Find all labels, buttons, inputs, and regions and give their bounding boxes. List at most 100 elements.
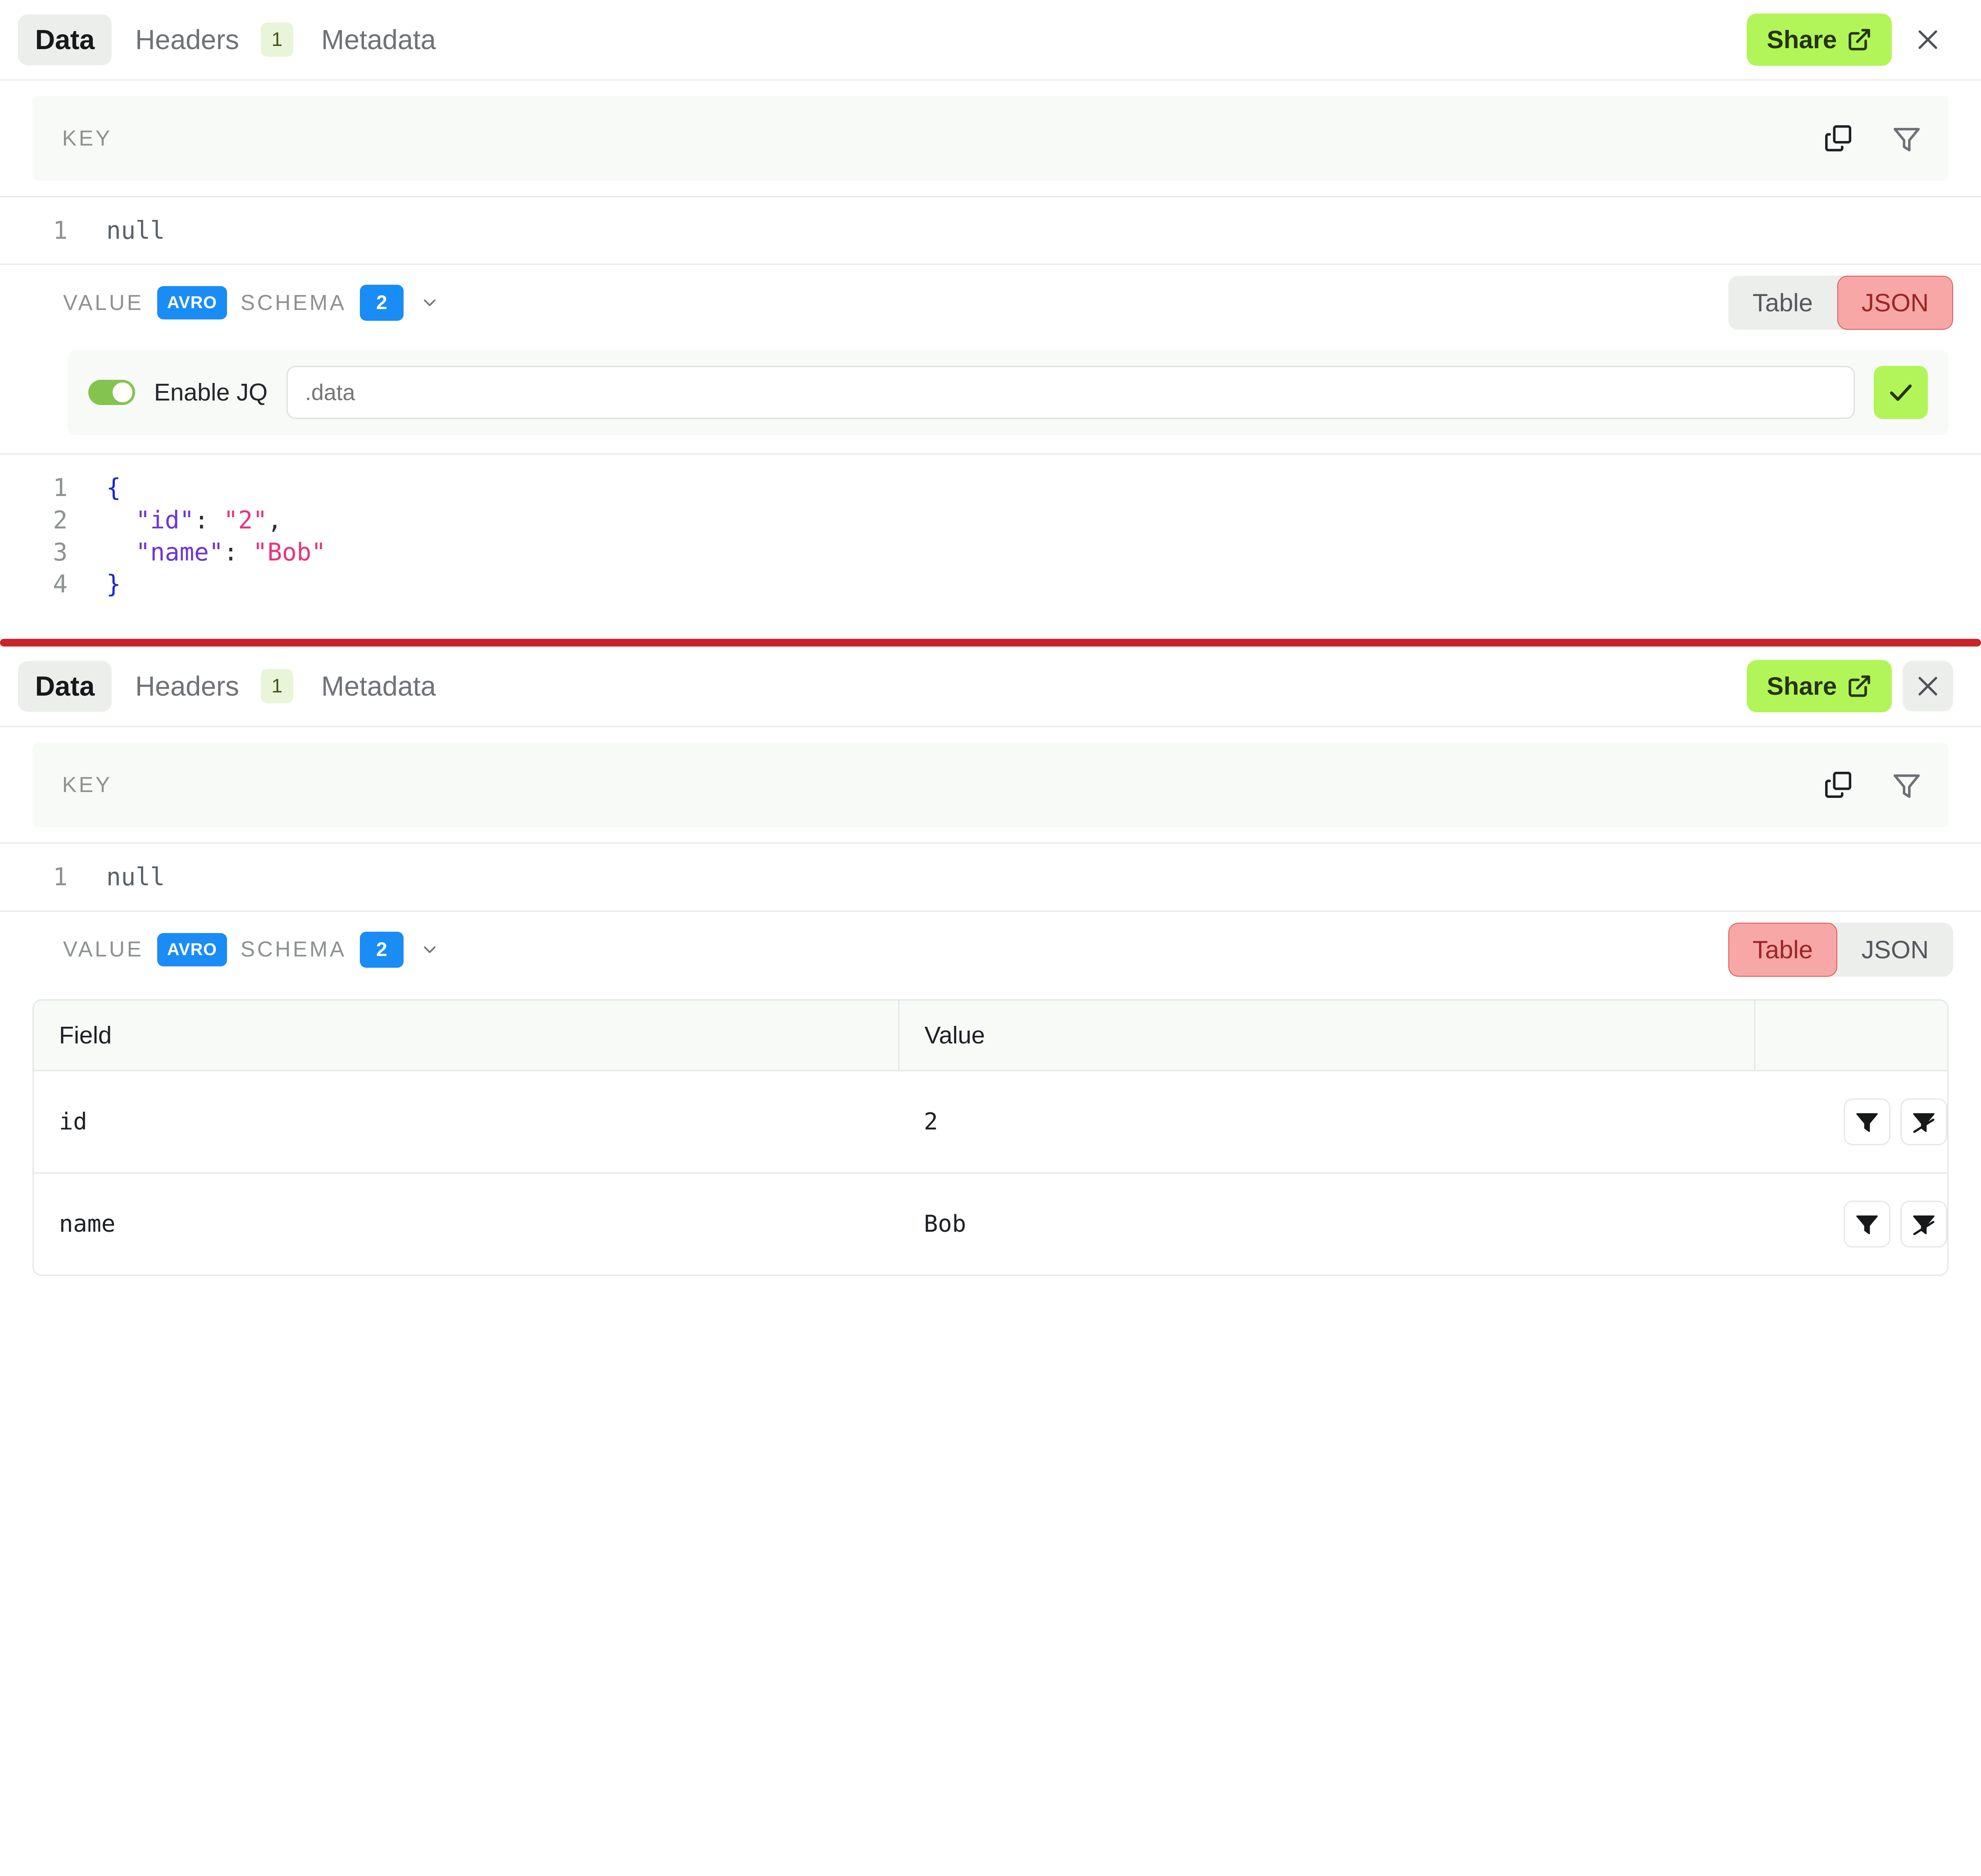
- header-actions: Share: [1747, 14, 1953, 66]
- line-content: {: [68, 472, 121, 504]
- json-token: "Bob": [253, 537, 326, 566]
- message-panel-json: Data Headers 1 Metadata Share KEY 1 null…: [0, 0, 1981, 618]
- json-token: }: [106, 570, 121, 599]
- json-token: {: [106, 474, 121, 502]
- jq-expression-input[interactable]: [286, 366, 1855, 419]
- key-section-label: KEY: [62, 773, 113, 797]
- share-button-label: Share: [1767, 25, 1837, 54]
- filter-key-button[interactable]: [1891, 769, 1922, 801]
- panel-header: Data Headers 1 Metadata Share: [0, 0, 1981, 81]
- chevron-down-icon[interactable]: [417, 940, 440, 960]
- tab-headers[interactable]: Headers: [118, 14, 256, 65]
- value-meta: VALUE AVRO SCHEMA 2: [63, 285, 440, 321]
- tab-headers[interactable]: Headers: [118, 661, 256, 712]
- tab-metadata[interactable]: Metadata: [304, 14, 453, 65]
- filter-off-icon: [1911, 1211, 1936, 1237]
- share-button[interactable]: Share: [1747, 660, 1892, 713]
- tab-headers-count-badge: 1: [260, 669, 294, 704]
- tab-metadata-label: Metadata: [321, 670, 436, 701]
- cell-actions: [1754, 1070, 1947, 1174]
- tab-metadata-label: Metadata: [321, 24, 436, 55]
- panel-separator: [0, 639, 1981, 647]
- tab-headers-count-badge: 1: [260, 23, 294, 57]
- json-token: :: [194, 505, 224, 534]
- view-mode-table[interactable]: Table: [1728, 276, 1837, 330]
- column-header-field: Field: [34, 1000, 900, 1071]
- filter-exclude-button[interactable]: [1900, 1200, 1947, 1248]
- value-format-badge: AVRO: [157, 933, 227, 966]
- filter-off-icon: [1911, 1109, 1936, 1134]
- filter-include-button[interactable]: [1844, 1200, 1890, 1248]
- table-row: id 2: [34, 1070, 1947, 1174]
- code-line: 1 null: [0, 861, 1981, 893]
- json-token: "id": [136, 505, 195, 534]
- key-section-header: KEY: [32, 96, 1949, 181]
- tab-data-label: Data: [35, 24, 95, 55]
- value-table: Field Value id 2 name Bob: [32, 999, 1949, 1276]
- value-json-content: 1 { 2 "id": "2", 3 "name": "Bob" 4 }: [0, 455, 1981, 617]
- view-mode-table[interactable]: Table: [1728, 922, 1837, 977]
- cell-field: id: [34, 1070, 899, 1174]
- view-mode-toggle: Table JSON: [1728, 276, 1953, 330]
- tab-headers-label: Headers: [135, 24, 239, 55]
- chevron-down-icon[interactable]: [417, 293, 440, 313]
- share-button[interactable]: Share: [1747, 14, 1892, 66]
- copy-key-button[interactable]: [1822, 123, 1854, 154]
- code-line: 1 {: [0, 472, 1981, 504]
- tab-headers-label: Headers: [135, 670, 239, 701]
- schema-label: SCHEMA: [240, 291, 347, 315]
- code-line: 1 null: [0, 214, 1981, 246]
- column-header-actions: [1754, 1000, 1947, 1071]
- table-row: name Bob: [34, 1173, 1947, 1275]
- column-header-value: Value: [899, 1000, 1755, 1071]
- schema-version-badge[interactable]: 2: [360, 285, 404, 321]
- close-button[interactable]: [1903, 14, 1953, 65]
- enable-jq-toggle[interactable]: [88, 380, 135, 405]
- table-header-row: Field Value: [34, 1000, 1947, 1071]
- external-link-icon: [1847, 27, 1872, 52]
- filter-include-button[interactable]: [1844, 1098, 1890, 1145]
- copy-key-button[interactable]: [1822, 769, 1854, 801]
- share-button-label: Share: [1767, 672, 1837, 701]
- tab-bar: Data Headers 1 Metadata: [18, 660, 453, 712]
- line-number: 1: [53, 216, 68, 245]
- json-token: "2": [223, 505, 268, 534]
- view-mode-json[interactable]: JSON: [1837, 276, 1953, 330]
- view-mode-json[interactable]: JSON: [1837, 923, 1953, 977]
- line-content: "id": "2",: [68, 504, 282, 536]
- schema-version-badge[interactable]: 2: [360, 931, 404, 968]
- filter-icon: [1891, 769, 1922, 801]
- filter-key-button[interactable]: [1891, 123, 1922, 154]
- code-line: 3 "name": "Bob": [0, 536, 1981, 568]
- json-token: "name": [136, 537, 224, 566]
- tab-data[interactable]: Data: [18, 14, 112, 65]
- close-button[interactable]: [1903, 661, 1953, 712]
- panel-header: Data Headers 1 Metadata Share: [0, 647, 1981, 728]
- code-line: 2 "id": "2",: [0, 504, 1981, 536]
- key-section-header: KEY: [32, 742, 1949, 828]
- line-number: 2: [53, 505, 68, 534]
- filter-icon: [1854, 1211, 1880, 1237]
- value-format-badge: AVRO: [157, 286, 227, 320]
- message-viewer-page: Data Headers 1 Metadata Share KEY 1 null…: [0, 0, 1981, 1276]
- value-section-label: VALUE: [63, 291, 144, 315]
- apply-jq-button[interactable]: [1874, 366, 1928, 419]
- jq-bar: Enable JQ: [68, 350, 1949, 436]
- tab-data[interactable]: Data: [18, 660, 112, 712]
- message-panel-table: Data Headers 1 Metadata Share KEY 1 null…: [0, 647, 1981, 1276]
- cell-value: 2: [899, 1070, 1754, 1174]
- schema-label: SCHEMA: [240, 938, 347, 962]
- tab-metadata[interactable]: Metadata: [304, 661, 453, 712]
- close-icon: [1914, 26, 1942, 54]
- line-content: null: [106, 216, 165, 245]
- line-number: 1: [53, 474, 68, 502]
- toggle-knob: [113, 382, 132, 403]
- enable-jq-label: Enable JQ: [154, 379, 268, 406]
- check-icon: [1887, 378, 1915, 406]
- value-meta: VALUE AVRO SCHEMA 2: [63, 931, 440, 968]
- line-number: 3: [53, 537, 68, 566]
- filter-icon: [1891, 123, 1922, 154]
- tab-bar: Data Headers 1 Metadata: [18, 14, 453, 65]
- filter-exclude-button[interactable]: [1900, 1098, 1947, 1145]
